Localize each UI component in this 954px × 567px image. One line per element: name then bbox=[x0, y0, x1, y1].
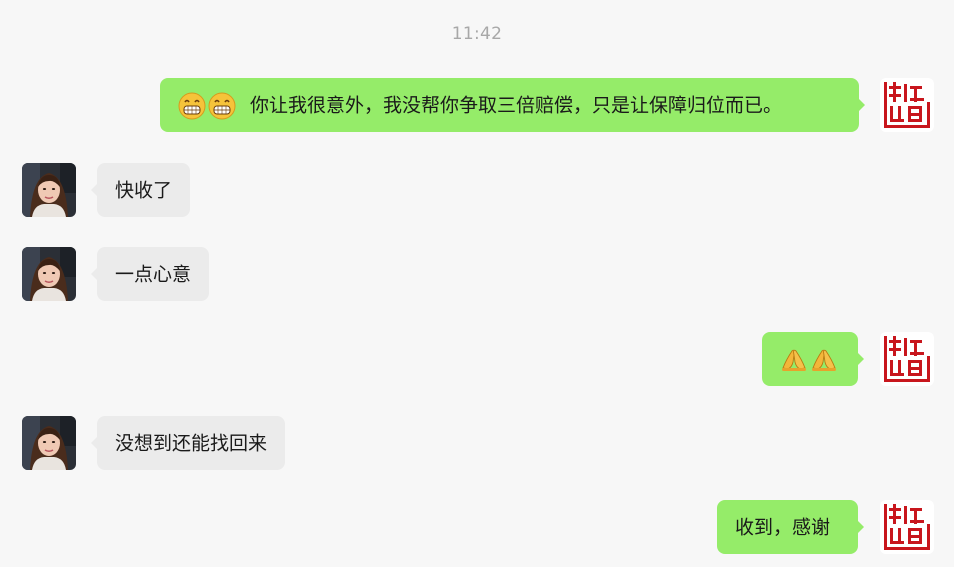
message-timestamp: 11:42 bbox=[451, 24, 503, 44]
contact-avatar[interactable] bbox=[22, 416, 76, 470]
message-text: 一点心意 bbox=[115, 263, 192, 286]
message-text: 没想到还能找回来 bbox=[115, 432, 268, 455]
message-bubble-incoming[interactable]: 一点心意 bbox=[90, 247, 210, 301]
message-bubble-incoming[interactable]: 没想到还能找回来 bbox=[90, 416, 286, 470]
message-text: 快收了 bbox=[115, 179, 173, 202]
pray-emoji-icon bbox=[810, 346, 838, 374]
message-bubble-outgoing[interactable]: 收到，感谢 bbox=[717, 500, 864, 554]
message-text: 收到，感谢 bbox=[735, 516, 831, 539]
contact-avatar[interactable] bbox=[22, 163, 76, 217]
self-avatar[interactable] bbox=[880, 332, 934, 386]
contact-avatar[interactable] bbox=[22, 247, 76, 301]
pray-emoji-icon bbox=[780, 346, 808, 374]
self-avatar[interactable] bbox=[880, 500, 934, 554]
message-bubble-incoming[interactable]: 快收了 bbox=[90, 163, 191, 217]
grin-emoji-icon bbox=[178, 92, 206, 120]
self-avatar[interactable] bbox=[880, 78, 934, 132]
message-bubble-outgoing[interactable] bbox=[762, 332, 864, 386]
message-text: 你让我很意外，我没帮你争取三倍赔偿，只是让保障归位而已。 bbox=[250, 94, 783, 117]
grin-emoji-icon bbox=[208, 92, 236, 120]
message-bubble-outgoing[interactable]: 你让我很意外，我没帮你争取三倍赔偿，只是让保障归位而已。 bbox=[160, 78, 865, 132]
